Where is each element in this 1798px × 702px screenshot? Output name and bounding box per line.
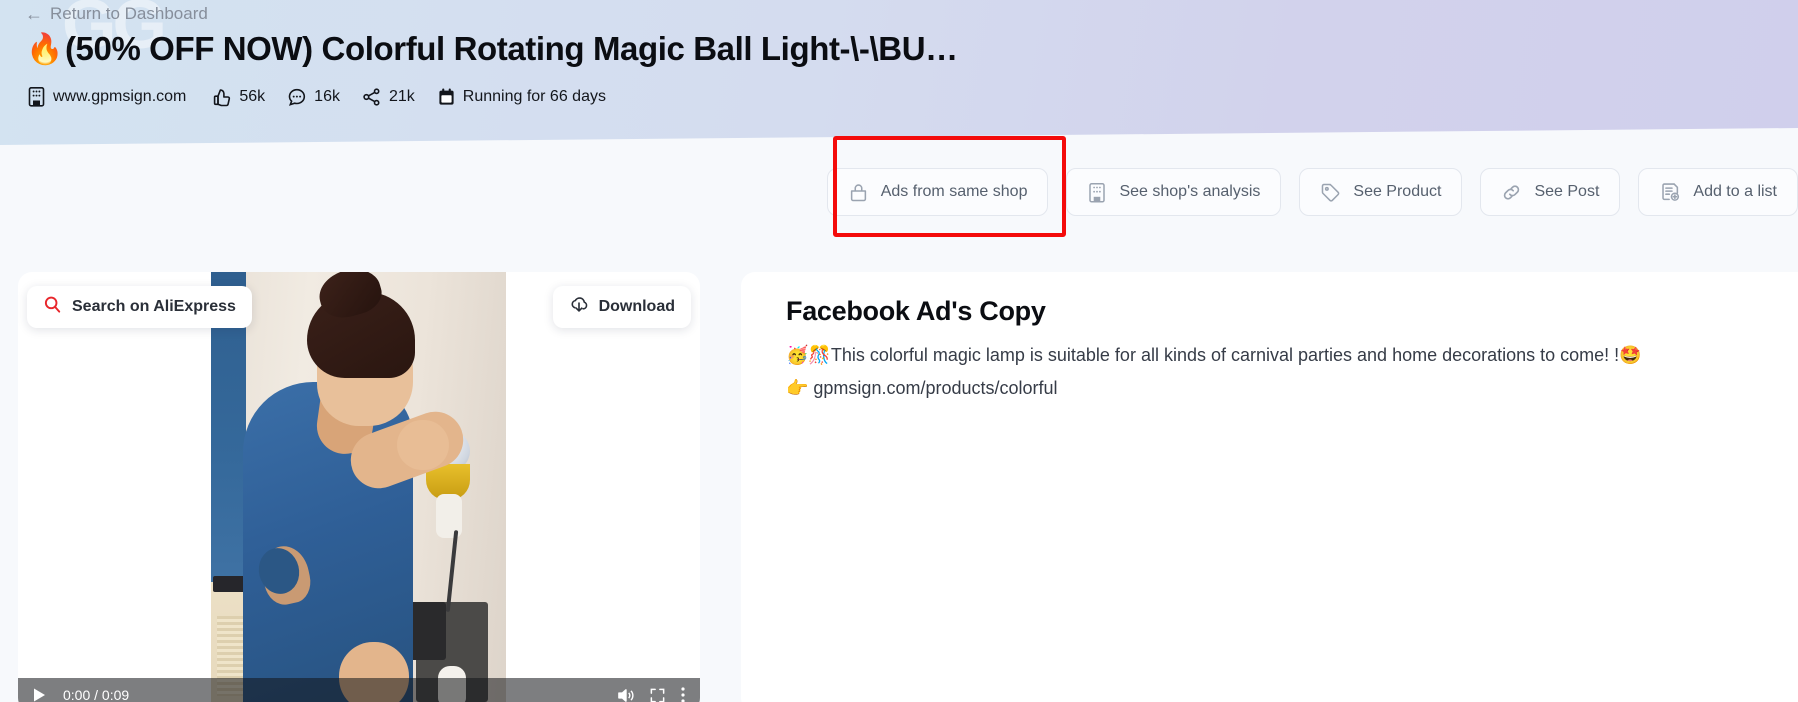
bag-icon — [848, 182, 869, 203]
stat-website: www.gpmsign.com — [27, 86, 186, 107]
ad-copy-body: 🥳🎊This colorful magic lamp is suitable f… — [786, 340, 1716, 404]
tag-icon — [1320, 182, 1341, 203]
stat-likes-value: 56k — [239, 87, 266, 105]
ad-copy-line-1: 🥳🎊This colorful magic lamp is suitable f… — [786, 345, 1642, 365]
link-icon — [1501, 182, 1522, 203]
download-label: Download — [598, 298, 675, 315]
ad-stats-row: www.gpmsign.com 56k 16k 21k Running for … — [27, 86, 628, 107]
stat-shares-value: 21k — [388, 87, 415, 105]
see-shops-analysis-button[interactable]: See shop's analysis — [1066, 168, 1282, 216]
action-toolbar: Ads from same shop See shop's analysis S… — [826, 168, 1798, 216]
download-cloud-icon — [569, 295, 589, 320]
volume-icon[interactable] — [616, 687, 635, 702]
thumbs-up-icon — [212, 87, 232, 107]
add-to-a-list-label: Add to a list — [1693, 183, 1777, 200]
return-to-dashboard-label: Return to Dashboard — [50, 4, 208, 23]
stat-likes: 56k — [212, 87, 265, 107]
ad-copy-line-2: 👉 gpmsign.com/products/colorful — [786, 378, 1058, 398]
fire-icon: 🔥 — [26, 32, 63, 66]
search-icon — [43, 295, 62, 319]
page-root: GG ← Return to Dashboard 🔥 (50% OFF NOW)… — [0, 0, 1798, 702]
stat-duration-value: Running for 66 days — [462, 87, 606, 105]
video-card: Search on AliExpress Download 0:00 / 0:0… — [18, 272, 700, 702]
stat-comments: 16k — [287, 87, 340, 107]
share-icon — [362, 87, 382, 107]
play-icon[interactable] — [32, 687, 47, 702]
comment-icon — [287, 87, 307, 107]
ads-from-same-shop-label: Ads from same shop — [880, 183, 1028, 200]
search-on-aliexpress-label: Search on AliExpress — [72, 298, 236, 315]
see-post-button[interactable]: See Post — [1480, 168, 1621, 216]
video-decor-hand — [397, 420, 449, 470]
stat-comments-value: 16k — [314, 87, 340, 105]
stat-shares: 21k — [362, 87, 415, 107]
ad-copy-panel: Facebook Ad's Copy 🥳🎊This colorful magic… — [741, 272, 1798, 702]
see-shops-analysis-label: See shop's analysis — [1119, 183, 1261, 200]
video-player[interactable] — [211, 272, 506, 702]
stat-website-value: www.gpmsign.com — [53, 87, 187, 105]
document-add-icon — [1659, 181, 1681, 203]
page-title: 🔥 (50% OFF NOW) Colorful Rotating Magic … — [26, 30, 1026, 68]
add-to-a-list-button[interactable]: Add to a list — [1638, 168, 1798, 216]
see-product-label: See Product — [1353, 183, 1442, 200]
arrow-left-icon: ← — [25, 4, 43, 24]
see-product-button[interactable]: See Product — [1299, 168, 1463, 216]
building-icon — [27, 86, 46, 107]
building-icon — [1087, 182, 1107, 203]
fullscreen-icon[interactable] — [649, 687, 666, 702]
stat-duration: Running for 66 days — [437, 87, 606, 107]
more-vertical-icon[interactable] — [680, 686, 686, 702]
search-on-aliexpress-button[interactable]: Search on AliExpress — [27, 286, 252, 328]
page-title-text: (50% OFF NOW) Colorful Rotating Magic Ba… — [64, 30, 958, 67]
return-to-dashboard-link[interactable]: ← Return to Dashboard — [25, 4, 208, 24]
download-button[interactable]: Download — [552, 286, 691, 328]
video-time-display: 0:00 / 0:09 — [63, 687, 130, 702]
page-header: GG — [0, 0, 1798, 145]
calendar-icon — [437, 87, 456, 107]
ads-from-same-shop-button[interactable]: Ads from same shop — [826, 168, 1049, 216]
ad-copy-title: Facebook Ad's Copy — [786, 296, 1046, 326]
video-controls-bar: 0:00 / 0:09 — [18, 678, 700, 702]
see-post-label: See Post — [1534, 183, 1600, 200]
